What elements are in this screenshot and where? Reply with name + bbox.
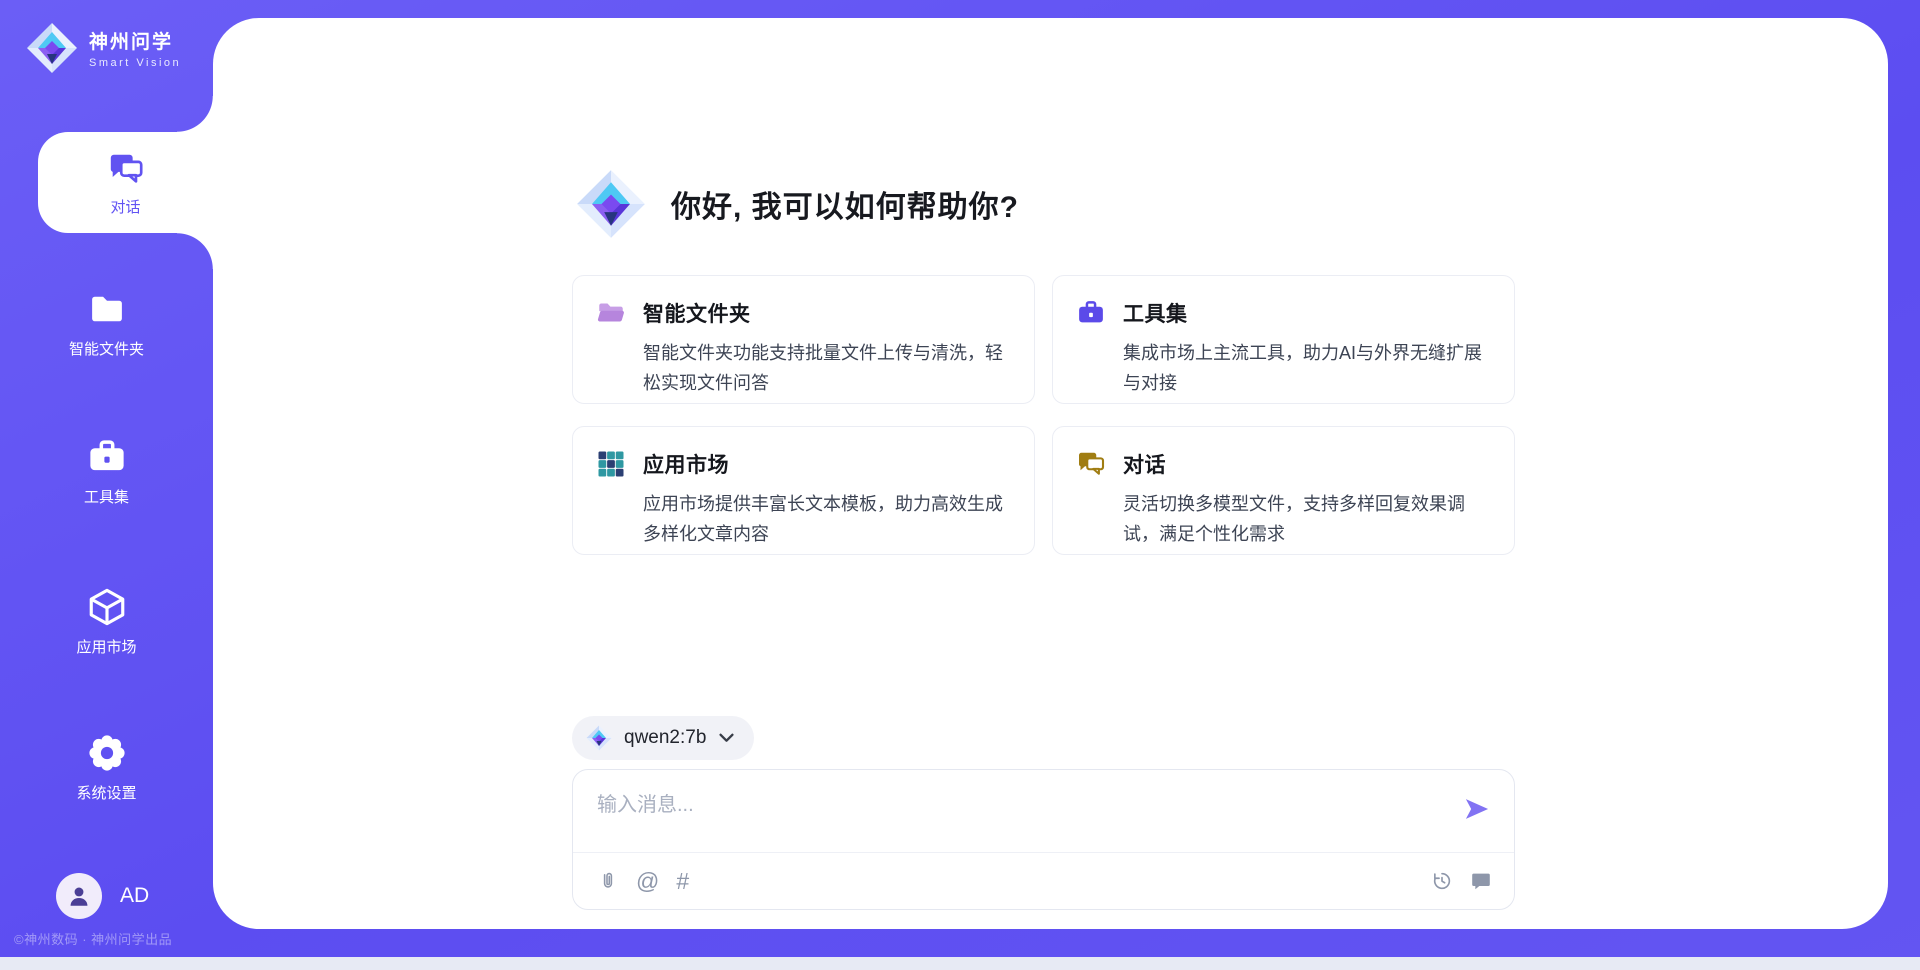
chat-bubble-icon[interactable] bbox=[1470, 870, 1492, 892]
model-selector[interactable]: qwen2:7b bbox=[572, 716, 754, 760]
sidebar-item-label: 系统设置 bbox=[76, 782, 136, 803]
history-icon[interactable] bbox=[1431, 870, 1453, 892]
brand: 神州问学 Smart Vision bbox=[24, 20, 181, 76]
composer-toolbar: @ # bbox=[597, 853, 1492, 909]
message-composer: @ # bbox=[572, 769, 1515, 910]
cube-icon bbox=[86, 586, 128, 628]
greeting: 你好, 我可以如何帮助你? bbox=[573, 166, 1019, 242]
sidebar-item-label: 智能文件夹 bbox=[69, 338, 144, 359]
sidebar-item-chat[interactable]: 对话 bbox=[38, 132, 213, 233]
card-description: 集成市场上主流工具，助力AI与外界无缝扩展与对接 bbox=[1123, 338, 1490, 398]
sidebar-item-label: 对话 bbox=[110, 196, 140, 217]
user-account[interactable]: AD bbox=[56, 873, 149, 919]
mention-icon[interactable]: @ bbox=[636, 870, 659, 893]
assistant-logo-icon bbox=[573, 166, 649, 242]
sidebar-item-settings[interactable]: 系统设置 bbox=[0, 732, 213, 803]
feature-cards: 智能文件夹 智能文件夹功能支持批量文件上传与清洗，轻松实现文件问答 工具集 集 bbox=[572, 275, 1515, 555]
chat-bubbles-icon bbox=[1076, 449, 1106, 479]
card-title: 智能文件夹 bbox=[643, 298, 751, 328]
card-toolbox[interactable]: 工具集 集成市场上主流工具，助力AI与外界无缝扩展与对接 bbox=[1052, 275, 1515, 404]
brand-text: 神州问学 Smart Vision bbox=[89, 27, 181, 69]
sidebar-item-toolbox[interactable]: 工具集 bbox=[0, 436, 213, 507]
briefcase-icon bbox=[1076, 298, 1106, 328]
hashtag-icon[interactable]: # bbox=[676, 870, 689, 893]
brand-logo-icon bbox=[24, 20, 80, 76]
chat-icon bbox=[105, 148, 147, 190]
main-panel: 你好, 我可以如何帮助你? 智能文件夹 智能文件夹功能支持批量文件上传与清洗，轻… bbox=[213, 18, 1888, 929]
sidebar-item-label: 应用市场 bbox=[76, 636, 136, 657]
sidebar-item-smart-folder[interactable]: 智能文件夹 bbox=[0, 288, 213, 359]
sidebar-item-app-market[interactable]: 应用市场 bbox=[0, 586, 213, 657]
greeting-title: 你好, 我可以如何帮助你? bbox=[671, 182, 1019, 226]
brand-name: 神州问学 bbox=[89, 27, 181, 54]
card-title: 工具集 bbox=[1123, 298, 1188, 328]
folder-icon bbox=[86, 288, 128, 330]
card-description: 灵活切换多模型文件，支持多样回复效果调试，满足个性化需求 bbox=[1123, 489, 1490, 549]
card-description: 智能文件夹功能支持批量文件上传与清洗，轻松实现文件问答 bbox=[643, 338, 1010, 398]
card-chat[interactable]: 对话 灵活切换多模型文件，支持多样回复效果调试，满足个性化需求 bbox=[1052, 426, 1515, 555]
sidebar: 神州问学 Smart Vision 对话 智能文件夹 bbox=[0, 0, 213, 970]
gear-icon bbox=[86, 732, 128, 774]
attachment-icon[interactable] bbox=[597, 870, 619, 892]
model-logo-icon bbox=[585, 724, 613, 752]
chevron-down-icon bbox=[719, 733, 734, 743]
horizontal-scrollbar[interactable] bbox=[0, 957, 1920, 970]
grid-icon bbox=[596, 449, 626, 479]
user-initials: AD bbox=[120, 884, 149, 908]
card-app-market[interactable]: 应用市场 应用市场提供丰富长文本模板，助力高效生成多样化文章内容 bbox=[572, 426, 1035, 555]
card-title: 对话 bbox=[1123, 449, 1166, 479]
sidebar-item-label: 工具集 bbox=[84, 486, 129, 507]
card-smart-folder[interactable]: 智能文件夹 智能文件夹功能支持批量文件上传与清洗，轻松实现文件问答 bbox=[572, 275, 1035, 404]
send-icon bbox=[1463, 795, 1491, 823]
avatar bbox=[56, 873, 102, 919]
brand-subtitle: Smart Vision bbox=[89, 57, 181, 69]
message-input[interactable] bbox=[597, 788, 1397, 846]
card-title: 应用市场 bbox=[643, 449, 729, 479]
model-name: qwen2:7b bbox=[624, 727, 706, 749]
app-root: 神州问学 Smart Vision 对话 智能文件夹 bbox=[0, 0, 1920, 970]
card-description: 应用市场提供丰富长文本模板，助力高效生成多样化文章内容 bbox=[643, 489, 1010, 549]
toolbox-icon bbox=[86, 436, 128, 478]
send-button[interactable] bbox=[1462, 795, 1492, 825]
folder-open-icon bbox=[596, 298, 626, 328]
copyright: ©神州数码 · 神州问学出品 bbox=[14, 929, 172, 948]
person-icon bbox=[66, 883, 92, 909]
